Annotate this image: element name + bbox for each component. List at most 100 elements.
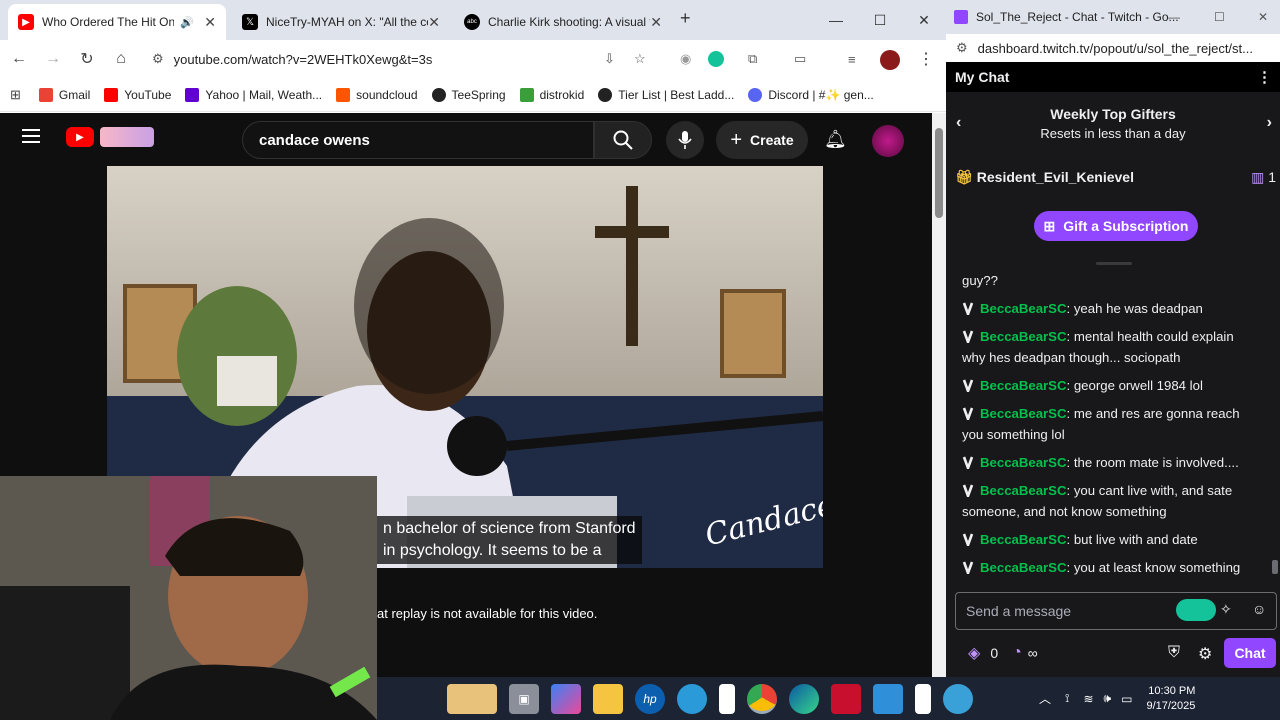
search-button[interactable]: [594, 121, 652, 159]
battery-icon[interactable]: ▭: [1121, 692, 1132, 706]
back-icon[interactable]: ←: [2, 42, 36, 76]
chat-menu-icon[interactable]: ⋮: [1257, 68, 1272, 86]
bits-icon[interactable]: ◔: [1012, 644, 1022, 662]
app-icon[interactable]: [943, 683, 973, 714]
chat-scrollbar-thumb[interactable]: [1272, 560, 1278, 574]
task-view-icon[interactable]: ▣: [509, 683, 539, 714]
profile-avatar[interactable]: [880, 50, 900, 70]
chat-username[interactable]: BeccaBearSC: [980, 301, 1067, 316]
close-icon[interactable]: ✕: [650, 14, 662, 31]
document-icon[interactable]: [719, 683, 735, 714]
settings-gear-icon[interactable]: ⚙: [1198, 644, 1212, 664]
hamburger-icon[interactable]: [22, 129, 40, 143]
scrollbar-thumb[interactable]: [935, 128, 943, 218]
chrome-icon[interactable]: [747, 683, 777, 714]
hp-icon[interactable]: hp: [635, 683, 665, 714]
network-icon[interactable]: ⟟: [1065, 691, 1069, 706]
chat-username[interactable]: BeccaBearSC: [980, 532, 1067, 547]
file-explorer-icon[interactable]: [593, 683, 623, 714]
maximize-icon[interactable]: ☐: [1214, 10, 1225, 24]
speaker-icon[interactable]: 🔊: [180, 16, 194, 29]
chevron-right-icon[interactable]: ›: [1267, 114, 1272, 132]
chevron-left-icon[interactable]: ‹: [956, 114, 961, 132]
star-icon[interactable]: ☆: [634, 51, 646, 67]
chat-input[interactable]: Send a message ✧ ☺: [955, 592, 1277, 630]
weather-icon[interactable]: [677, 683, 707, 714]
extensions-icon[interactable]: ⧉: [748, 51, 757, 67]
chat-username[interactable]: BeccaBearSC: [980, 378, 1067, 393]
close-window-icon[interactable]: ✕: [902, 0, 946, 40]
top-gifter-name[interactable]: Resident_Evil_Kenievel: [977, 169, 1134, 185]
new-tab-icon[interactable]: +: [680, 8, 691, 29]
create-button[interactable]: + Create: [716, 121, 808, 159]
bookmark-tierlist[interactable]: Tier List | Best Ladd...: [598, 87, 734, 102]
forward-icon[interactable]: →: [36, 42, 70, 76]
gift-subscription-button[interactable]: ⊞ Gift a Subscription: [1034, 211, 1198, 241]
grammarly-icon[interactable]: [1176, 599, 1216, 621]
grammarly-icon[interactable]: [708, 51, 724, 67]
chevron-up-icon[interactable]: ︿: [1039, 690, 1051, 707]
chat-send-button[interactable]: Chat: [1224, 638, 1276, 668]
bookmark-yahoo[interactable]: Yahoo | Mail, Weath...: [185, 87, 322, 102]
maximize-icon[interactable]: ☐: [858, 0, 902, 40]
notifications-bell-icon[interactable]: 🔔︎: [824, 129, 847, 150]
windows-taskbar: ▣ hp ︿ ⟟ ≋ 🕪 ▭ 10:30 PM 9/17/2025: [377, 677, 1280, 720]
chat-message: BeccaBearSC: george orwell 1984 lol: [962, 375, 1260, 396]
chat-message: BeccaBearSC: the room mate is involved..…: [962, 452, 1260, 473]
media-icon[interactable]: ≡: [848, 52, 856, 67]
tab-x[interactable]: 𝕏 NiceTry-MYAH on X: "All the co ✕: [232, 4, 450, 40]
voice-search-button[interactable]: [666, 121, 704, 159]
menu-icon[interactable]: ⋮: [918, 49, 934, 69]
page-scrollbar[interactable]: [932, 113, 946, 720]
bookmark-youtube[interactable]: YouTube: [104, 87, 171, 102]
emote-picker-icon[interactable]: ☺: [1252, 601, 1266, 617]
search-input[interactable]: candace owens: [242, 121, 594, 159]
tab-abc[interactable]: abc Charlie Kirk shooting: A visual ti ✕: [454, 4, 672, 40]
chat-username[interactable]: BeccaBearSC: [980, 483, 1067, 498]
widget-icon[interactable]: [447, 683, 497, 714]
mcafee-icon[interactable]: [831, 683, 861, 714]
youtube-logo-icon[interactable]: ▶: [66, 127, 94, 147]
twitch-url-bar[interactable]: ⚙ dashboard.twitch.tv/popout/u/sol_the_r…: [946, 34, 1280, 62]
account-avatar[interactable]: [872, 125, 904, 157]
minimize-icon[interactable]: —: [1168, 10, 1180, 24]
bookmark-teespring[interactable]: TeeSpring: [431, 87, 506, 102]
chat-scrollbar[interactable]: [1272, 270, 1278, 574]
channel-points-icon[interactable]: ◈: [968, 643, 980, 663]
minimize-icon[interactable]: —: [814, 0, 858, 40]
bookmark-discord[interactable]: Discord | #✨ gen...: [748, 87, 874, 102]
notepad-icon[interactable]: [915, 683, 931, 714]
home-icon[interactable]: ⌂: [104, 42, 138, 76]
edge-icon[interactable]: [789, 683, 819, 714]
bookmark-soundcloud[interactable]: soundcloud: [336, 87, 418, 102]
apps-grid-icon[interactable]: ⊞: [10, 87, 21, 103]
reload-icon[interactable]: ↻: [70, 42, 104, 76]
copilot-icon[interactable]: [551, 683, 581, 714]
close-icon[interactable]: ✕: [428, 14, 440, 31]
site-info-icon[interactable]: ⚙: [956, 40, 968, 56]
chat-username[interactable]: BeccaBearSC: [980, 560, 1067, 575]
url-bar[interactable]: ⚙ youtube.com/watch?v=2WEHTk0Xewg&t=3s ⇩…: [142, 43, 856, 75]
close-window-icon[interactable]: ✕: [1258, 10, 1268, 24]
site-info-icon[interactable]: ⚙: [152, 51, 164, 67]
close-icon[interactable]: ✕: [204, 14, 216, 31]
plus-icon: +: [730, 128, 743, 151]
bookmark-gmail[interactable]: Gmail: [38, 87, 90, 102]
sidepanel-icon[interactable]: ▭: [794, 51, 806, 67]
chat-username[interactable]: BeccaBearSC: [980, 455, 1067, 470]
effects-icon[interactable]: ✧: [1220, 601, 1232, 618]
clock[interactable]: 10:30 PM 9/17/2025: [1146, 684, 1195, 714]
chat-username[interactable]: BeccaBearSC: [980, 406, 1067, 421]
photos-icon[interactable]: [873, 683, 903, 714]
shield-icon[interactable]: ⛨: [1168, 644, 1180, 662]
volume-icon[interactable]: 🕪: [1104, 691, 1112, 706]
bookmark-distrokid[interactable]: distrokid: [519, 87, 584, 102]
drag-handle[interactable]: [1096, 262, 1132, 265]
chat-message-partial: guy??: [962, 270, 1260, 291]
install-icon[interactable]: ⇩: [604, 51, 615, 67]
wifi-icon[interactable]: ≋: [1083, 692, 1093, 706]
tab-youtube[interactable]: ▶ Who Ordered The Hit On C 🔊 ✕: [8, 4, 226, 40]
bookmarks-bar: ⊞ Gmail YouTube Yahoo | Mail, Weath... s…: [0, 78, 946, 112]
camera-icon[interactable]: ◉: [680, 51, 691, 67]
chat-username[interactable]: BeccaBearSC: [980, 329, 1067, 344]
